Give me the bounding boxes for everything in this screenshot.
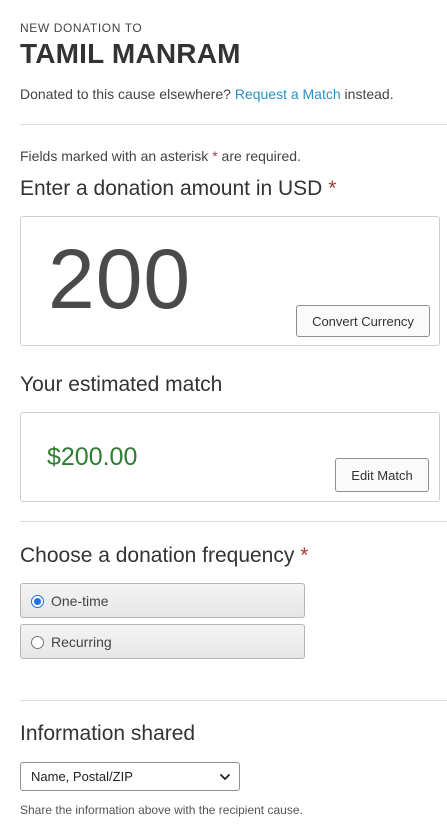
info-shared-heading: Information shared <box>20 722 196 745</box>
elsewhere-note: Donated to this cause elsewhere? Request… <box>20 86 394 102</box>
page-title: TAMIL MANRAM <box>20 38 241 69</box>
donation-amount-input[interactable]: 200 <box>48 237 191 321</box>
required-note-prefix: Fields marked with an asterisk <box>20 148 213 164</box>
estimated-match-value: $200.00 <box>47 443 138 471</box>
info-shared-select[interactable]: Name, Postal/ZIP <box>20 762 240 791</box>
info-shared-note: Share the information above with the rec… <box>20 803 303 817</box>
frequency-option-label: Recurring <box>51 634 112 650</box>
required-note-suffix: are required. <box>217 148 301 164</box>
frequency-option-label: One-time <box>51 593 109 609</box>
required-note: Fields marked with an asterisk * are req… <box>20 148 301 164</box>
amount-card: 200 Convert Currency <box>20 216 440 346</box>
frequency-required-asterisk: * <box>300 544 309 567</box>
kicker-label: NEW DONATION TO <box>20 21 143 35</box>
frequency-heading: Choose a donation frequency * <box>20 544 308 568</box>
match-card: $200.00 Edit Match <box>20 412 440 502</box>
divider <box>20 700 447 701</box>
elsewhere-suffix: instead. <box>340 86 394 102</box>
divider <box>20 521 447 522</box>
chevron-down-icon <box>220 774 230 780</box>
info-shared-selected-value: Name, Postal/ZIP <box>31 769 133 784</box>
frequency-option-recurring[interactable]: Recurring <box>20 624 305 659</box>
radio-button[interactable] <box>31 636 44 649</box>
amount-heading-text: Enter a donation amount in USD <box>20 177 323 200</box>
convert-currency-button[interactable]: Convert Currency <box>296 305 430 337</box>
radio-button-selected[interactable] <box>31 595 44 608</box>
frequency-option-one-time[interactable]: One-time <box>20 583 305 618</box>
amount-required-asterisk: * <box>328 177 337 200</box>
edit-match-button[interactable]: Edit Match <box>335 458 429 492</box>
request-match-link[interactable]: Request a Match <box>235 86 341 102</box>
match-heading: Your estimated match <box>20 373 223 396</box>
frequency-heading-text: Choose a donation frequency <box>20 544 295 567</box>
elsewhere-prefix: Donated to this cause elsewhere? <box>20 86 235 102</box>
divider <box>20 124 447 125</box>
amount-heading: Enter a donation amount in USD * <box>20 177 336 201</box>
